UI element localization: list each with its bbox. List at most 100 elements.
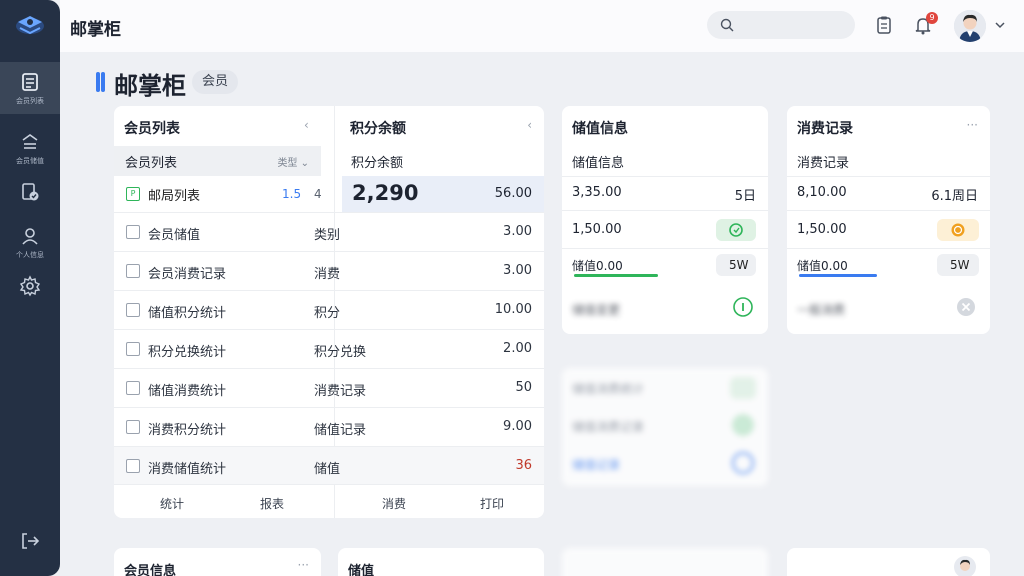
row-checkbox[interactable] [126, 342, 140, 356]
divider [787, 176, 990, 177]
status-pill[interactable] [716, 219, 756, 241]
row-type: 消费记录 [314, 384, 367, 399]
app-title: 邮掌柜 [70, 20, 121, 40]
consume-r1-left: 8,10.00 [797, 185, 847, 200]
collapse-icon[interactable]: ‹ [527, 118, 532, 132]
highlight-v2: 4 [314, 187, 322, 201]
row-name: 会员消费记录 [148, 267, 227, 282]
table-row[interactable]: 会员储值 类别 3.00 [114, 212, 544, 251]
more-icon[interactable]: ··· [967, 118, 978, 132]
table-row[interactable]: 消费储值统计 储值 36 [114, 446, 544, 485]
chevron-down-icon[interactable] [994, 19, 1006, 31]
row-checkbox[interactable] [126, 459, 140, 473]
user-icon [22, 227, 38, 245]
storage-r4-left: 储值变更 [572, 303, 621, 317]
table-row[interactable]: 储值积分统计 积分 10.00 [114, 290, 544, 329]
row-type: 储值 [314, 462, 341, 477]
consume-r3-right: 5W [950, 258, 970, 272]
row-value: 36 [515, 458, 532, 473]
member-list-subheader: 会员列表 类型 ⌄ [114, 146, 321, 176]
footer-stats-button[interactable]: 统计 [160, 495, 184, 512]
row-name: 会员储值 [148, 228, 201, 243]
row-value: 2.00 [503, 341, 532, 356]
value-pill: 5W [716, 254, 756, 276]
secondary-card: 储值消费统计 储值消费记录 储值记录 [562, 368, 768, 486]
top-header: 邮掌柜 9 [60, 0, 1024, 52]
clipboard-icon[interactable] [873, 14, 895, 36]
green-dot-icon [732, 414, 754, 436]
points-value-box: 2,290 56.00 [342, 176, 544, 212]
footer-print-button[interactable]: 打印 [480, 495, 504, 512]
row-checkbox[interactable] [126, 225, 140, 239]
sidebar: 会员列表 会员储值 个人信息 [0, 0, 60, 576]
avatar[interactable] [954, 10, 986, 42]
consume-subtitle: 消费记录 [797, 156, 850, 171]
shield-doc-icon [22, 183, 39, 201]
type-filter[interactable]: 类型 ⌄ [277, 154, 309, 169]
consume-r3-left: 储值0.00 [797, 259, 848, 273]
storage-r3-right: 5W [729, 258, 749, 272]
table-row[interactable]: 会员消费记录 消费 3.00 [114, 251, 544, 290]
row-value: 50 [515, 380, 532, 395]
search-icon [720, 18, 734, 32]
coin-icon [951, 223, 965, 237]
more-icon[interactable]: ··· [298, 558, 309, 572]
consume-r1-right: 6.1周日 [931, 189, 978, 204]
close-icon[interactable] [955, 296, 977, 318]
row-type: 积分 [314, 306, 341, 321]
table-row[interactable]: 积分兑换统计 积分兑换 2.00 [114, 329, 544, 368]
points-subtitle: 积分余额 [351, 156, 404, 171]
logout-icon[interactable] [19, 530, 41, 552]
info-icon[interactable] [732, 296, 754, 318]
status-pill[interactable] [937, 219, 979, 241]
footer-consume-button[interactable]: 消费 [382, 495, 406, 512]
row-checkbox[interactable] [126, 381, 140, 395]
storage-title: 储值信息 [572, 121, 628, 137]
points-title: 积分余额 [350, 121, 406, 137]
member-list-card: 会员列表 ‹ 积分余额 ‹ 会员列表 类型 ⌄ 积分余额 P 邮局列表 1.5 … [114, 106, 544, 518]
sidebar-item-security[interactable] [0, 166, 60, 218]
clock-icon [732, 452, 754, 474]
storage-r1-right: 5日 [734, 189, 756, 204]
notification-badge: 9 [926, 12, 938, 24]
value-pill: 5W [937, 254, 979, 276]
storage-subtitle: 储值信息 [572, 156, 625, 171]
page-tag: 会员 [192, 70, 239, 94]
app-logo-icon [16, 16, 44, 35]
sidebar-item-member-list[interactable]: 会员列表 [0, 62, 60, 114]
row-type: 储值记录 [314, 423, 367, 438]
card-footer: 统计 报表 消费 打印 [114, 484, 544, 520]
check-icon: P [126, 187, 140, 201]
secondary-r3: 储值记录 [572, 458, 621, 472]
row-name: 积分兑换统计 [148, 345, 227, 360]
wallet-icon [22, 133, 38, 149]
table-row[interactable]: 消费积分统计 储值记录 9.00 [114, 407, 544, 446]
row-checkbox[interactable] [126, 264, 140, 278]
user-avatar-icon [954, 10, 986, 42]
gear-icon [19, 275, 41, 297]
sidebar-item-settings[interactable] [0, 260, 60, 312]
row-checkbox[interactable] [126, 420, 140, 434]
highlight-row[interactable]: P 邮局列表 1.5 4 2,290 56.00 [114, 176, 544, 212]
row-type: 消费 [314, 267, 341, 282]
divider [787, 210, 990, 211]
bottom-card-2: 储值 [338, 548, 544, 576]
status-pill [730, 377, 756, 399]
type-filter-label: 类型 [277, 158, 298, 169]
row-type: 类别 [314, 228, 341, 243]
row-name: 储值消费统计 [148, 384, 227, 399]
bottom-card-1: 会员信息 ··· [114, 548, 321, 576]
secondary-r1: 储值消费统计 [572, 382, 645, 396]
footer-report-button[interactable]: 报表 [260, 495, 284, 512]
search-input[interactable] [707, 11, 855, 39]
more-icon[interactable]: ‹ [304, 118, 309, 132]
consume-title: 消费记录 [797, 121, 853, 137]
highlight-v1: 1.5 [282, 187, 302, 201]
table-row[interactable]: 储值消费统计 消费记录 50 [114, 368, 544, 407]
storage-r2-left: 1,50.00 [572, 222, 622, 237]
row-checkbox[interactable] [126, 303, 140, 317]
divider [562, 176, 768, 177]
refresh-icon [729, 223, 743, 237]
points-side-value: 56.00 [494, 186, 532, 201]
consume-r2-left: 1,50.00 [797, 222, 847, 237]
